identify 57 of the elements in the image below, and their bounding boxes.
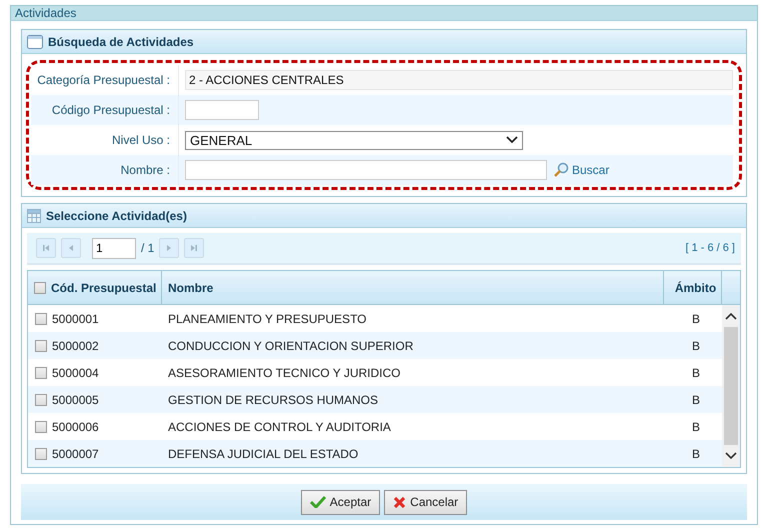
table-cell-text: B [690, 392, 701, 406]
search-link[interactable]: Buscar [553, 162, 610, 178]
table-icon [27, 208, 41, 222]
select-all-checkbox[interactable] [34, 282, 46, 294]
close-icon [393, 496, 406, 508]
table-cell-text: ACCIONES DE CONTROL Y AUDITORIA [167, 420, 392, 434]
row-checkbox[interactable] [35, 394, 47, 406]
level-select[interactable]: GENERAL [185, 130, 523, 150]
table-cell-text: B [690, 312, 701, 326]
name-input[interactable] [185, 160, 547, 180]
next-page-button[interactable] [159, 238, 180, 258]
row-checkbox[interactable] [35, 420, 47, 432]
table-cell-text: B [690, 446, 701, 460]
table-cell: 5000007 [52, 446, 99, 460]
cancel-button[interactable]: Cancelar [384, 490, 468, 514]
next-page-icon [165, 244, 174, 252]
table-cell-text: GESTION DE RECURSOS HUMANOS [167, 392, 380, 406]
column-header: Nombre [162, 271, 664, 304]
last-page-icon [190, 244, 198, 252]
table-cell-text: B [690, 338, 701, 352]
panel-title: Búsqueda de Actividades [48, 34, 194, 48]
table-cell: 5000006 [52, 420, 99, 434]
table-cell-text: ASESORAMIENTO TECNICO Y JURIDICO [167, 366, 402, 380]
row-checkbox[interactable] [35, 448, 47, 460]
row-checkbox[interactable] [35, 340, 47, 352]
scrollbar[interactable] [722, 305, 740, 467]
column-header: Ámbito [664, 271, 722, 304]
table-cell-text: B [690, 420, 701, 434]
window-icon [27, 34, 43, 48]
table-cell: 5000001 [52, 312, 99, 326]
row-checkbox[interactable] [35, 312, 47, 324]
record-range: [ 1 - 6 / 6 ] [685, 242, 735, 254]
table-cell-text: DEFENSA JUDICIAL DEL ESTADO [167, 446, 360, 460]
chevron-down-icon [506, 136, 518, 144]
checkmark-icon [310, 496, 326, 508]
last-page-button[interactable] [184, 238, 204, 258]
panel-title: Seleccione Actividad(es) [46, 208, 187, 222]
window-title: Actividades [11, 6, 757, 21]
category-field: 2 - ACCIONES CENTRALES [185, 70, 733, 90]
table-cell-text: CONDUCCION Y ORIENTACION SUPERIOR [167, 338, 414, 352]
table-cell-text: PLANEAMIENTO Y PRESUPUESTO [167, 312, 368, 326]
first-page-icon [42, 244, 50, 252]
column-header: Cód. Presupuestal [28, 271, 162, 304]
code-input[interactable] [185, 100, 259, 120]
page-input[interactable]: 1 [92, 238, 136, 258]
row-checkbox[interactable] [35, 366, 47, 378]
accept-button[interactable]: Aceptar [300, 490, 380, 514]
previous-page-button[interactable] [61, 238, 81, 258]
first-page-button[interactable] [36, 238, 56, 258]
table-cell: 5000004 [52, 366, 99, 380]
search-icon [553, 162, 569, 178]
table-cell: 5000002 [52, 338, 99, 352]
table-cell-text: B [690, 366, 701, 380]
previous-page-icon [67, 244, 75, 252]
field-label: Nombre : [31, 155, 179, 185]
page-total: / 1 [141, 241, 154, 255]
table-cell: 5000005 [52, 392, 99, 406]
